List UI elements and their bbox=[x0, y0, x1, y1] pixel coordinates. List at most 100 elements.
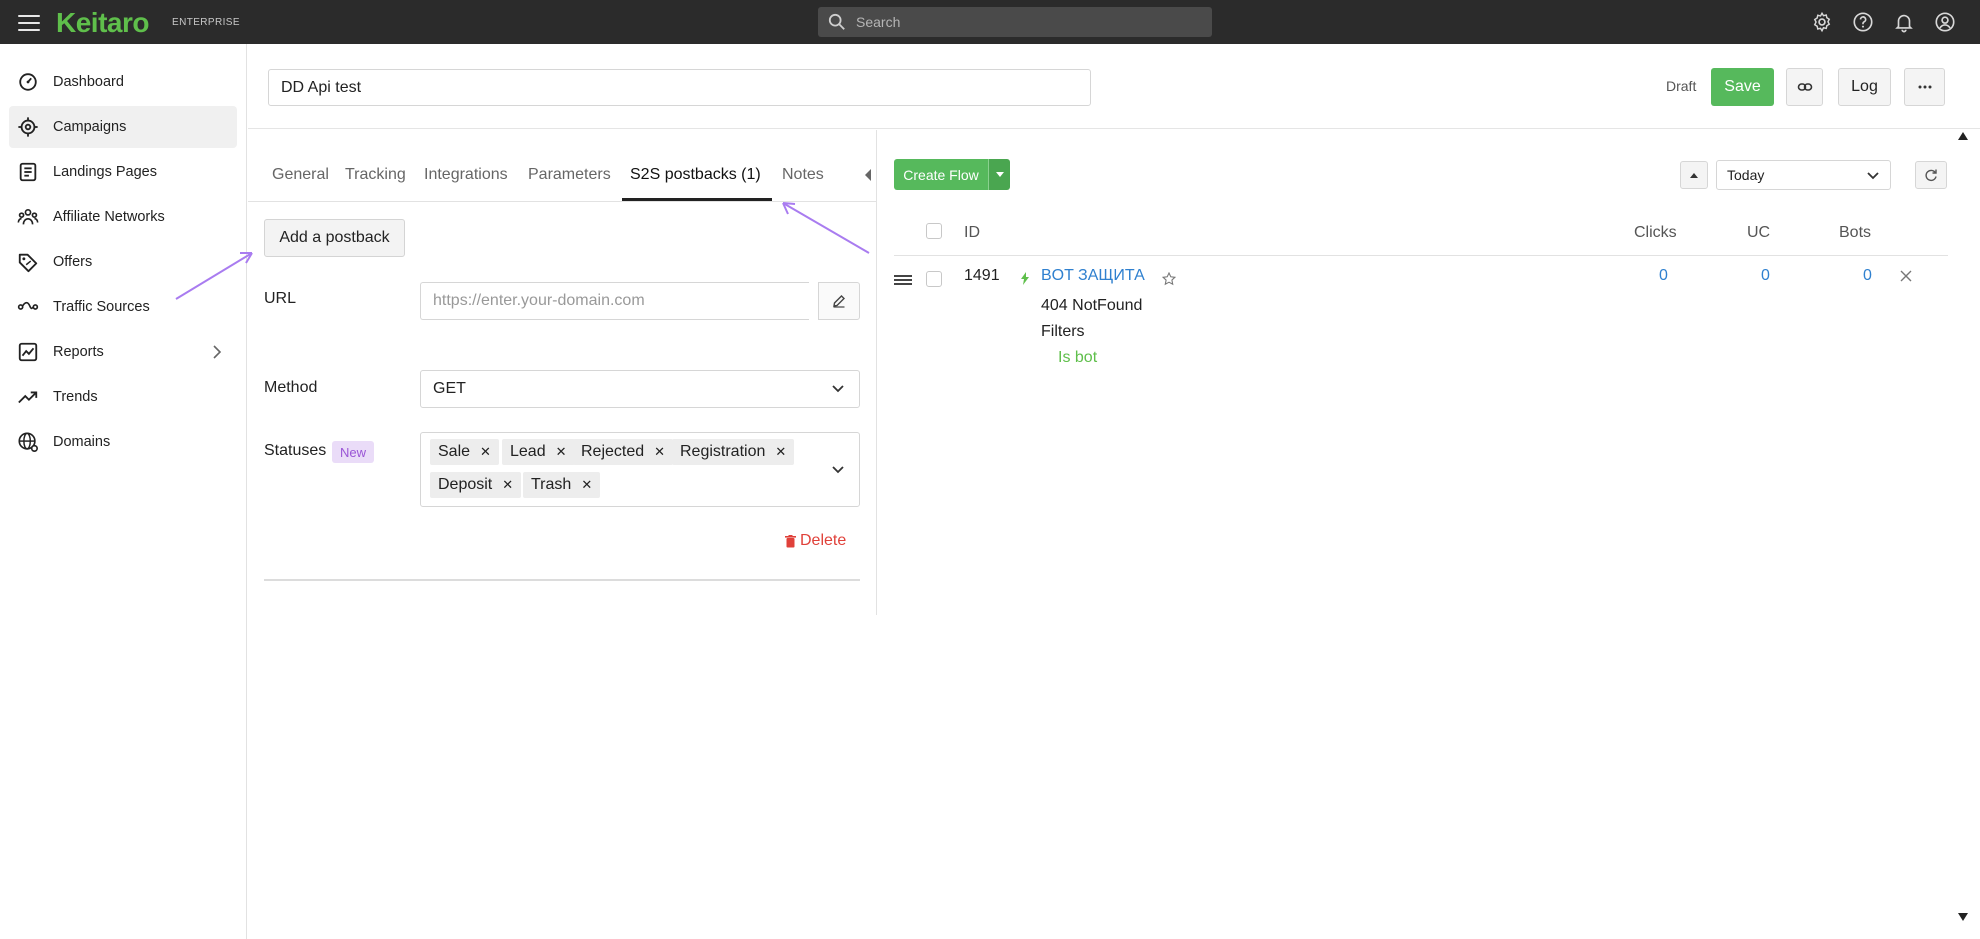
sidebar-item-label: Trends bbox=[53, 389, 98, 405]
sidebar-item-reports[interactable]: Reports bbox=[9, 331, 237, 373]
search-box[interactable] bbox=[818, 7, 1212, 37]
log-button-label: Log bbox=[1851, 78, 1878, 95]
user-icon[interactable] bbox=[1934, 11, 1956, 33]
remove-chip-icon[interactable]: ✕ bbox=[775, 444, 786, 460]
sidebar-item-label: Domains bbox=[53, 434, 111, 450]
postback-url-input[interactable] bbox=[420, 282, 809, 320]
domains-icon bbox=[18, 432, 38, 452]
chevron-down-icon bbox=[832, 385, 844, 393]
status-chip-sale: Sale ✕ bbox=[430, 439, 499, 465]
tab-integrations[interactable]: Integrations bbox=[424, 166, 508, 184]
statuses-label: Statuses bbox=[264, 442, 327, 459]
sidebar-item-label: Landings Pages bbox=[53, 164, 157, 180]
dashboard-icon bbox=[19, 73, 37, 91]
status-chip-trash: Trash ✕ bbox=[523, 472, 601, 498]
campaign-name-input[interactable] bbox=[268, 69, 1091, 106]
tabs-scroll-left-icon[interactable] bbox=[864, 168, 872, 182]
create-flow-dropdown[interactable] bbox=[988, 159, 1010, 190]
sidebar-item-trends[interactable]: Trends bbox=[9, 376, 237, 418]
method-select[interactable]: GET bbox=[420, 370, 860, 408]
menu-icon[interactable] bbox=[18, 12, 40, 32]
flow-name-link[interactable]: BOT ЗАЩИТА bbox=[1041, 267, 1145, 285]
reports-icon bbox=[18, 342, 38, 362]
sidebar-item-campaigns[interactable]: Campaigns bbox=[9, 106, 237, 148]
refresh-button[interactable] bbox=[1915, 161, 1947, 189]
log-button[interactable]: Log bbox=[1838, 68, 1891, 106]
status-chip-deposit: Deposit ✕ bbox=[430, 472, 522, 498]
filter-value: Is bot bbox=[1058, 349, 1098, 366]
settings-tabs: General Tracking Integrations Parameters… bbox=[248, 130, 877, 202]
tab-general[interactable]: General bbox=[272, 166, 329, 184]
add-postback-button[interactable]: Add a postback bbox=[264, 219, 405, 257]
sort-up-button[interactable] bbox=[1680, 161, 1708, 189]
sidebar-item-affiliate-networks[interactable]: Affiliate Networks bbox=[9, 196, 237, 238]
help-icon[interactable] bbox=[1852, 11, 1874, 33]
filters-label: Filters bbox=[1041, 323, 1085, 340]
status-chip-lead: Lead ✕ bbox=[502, 439, 575, 465]
trash-icon bbox=[785, 534, 796, 547]
chip-label: Lead bbox=[510, 443, 546, 460]
tab-parameters[interactable]: Parameters bbox=[528, 166, 611, 184]
lightning-icon bbox=[1021, 272, 1029, 285]
pencil-icon bbox=[833, 295, 845, 308]
tab-tracking[interactable]: Tracking bbox=[345, 166, 406, 184]
drag-handle-icon[interactable] bbox=[894, 275, 912, 285]
column-bots[interactable]: Bots bbox=[1839, 224, 1871, 242]
sidebar-item-label: Traffic Sources bbox=[53, 299, 150, 315]
select-all-checkbox[interactable] bbox=[926, 223, 942, 239]
sidebar-item-label: Dashboard bbox=[53, 74, 124, 90]
chevron-right-icon bbox=[213, 345, 222, 359]
link-icon bbox=[1797, 83, 1812, 91]
flow-checkbox[interactable] bbox=[926, 271, 942, 287]
scroll-up-arrow[interactable] bbox=[1958, 132, 1968, 140]
column-clicks[interactable]: Clicks bbox=[1634, 224, 1677, 242]
scroll-down-arrow[interactable] bbox=[1958, 913, 1968, 921]
method-value: GET bbox=[433, 380, 466, 397]
url-edit-button[interactable] bbox=[818, 282, 860, 320]
campaign-header: Draft Save Log bbox=[248, 44, 1980, 129]
flow-clicks[interactable]: 0 bbox=[1659, 267, 1668, 285]
sidebar: Dashboard Campaigns Landings Pages Affil… bbox=[0, 44, 247, 939]
refresh-icon bbox=[1925, 169, 1937, 182]
annotation-arrow bbox=[175, 252, 253, 300]
column-uc[interactable]: UC bbox=[1747, 224, 1770, 242]
link-button[interactable] bbox=[1786, 68, 1823, 106]
sidebar-item-label: Campaigns bbox=[53, 119, 127, 135]
chip-label: Rejected bbox=[581, 443, 645, 460]
flow-bots[interactable]: 0 bbox=[1863, 267, 1872, 285]
remove-chip-icon[interactable]: ✕ bbox=[654, 444, 665, 460]
campaigns-icon bbox=[18, 117, 38, 137]
caret-down-icon bbox=[995, 172, 1004, 177]
chip-label: Registration bbox=[680, 443, 766, 460]
offers-icon bbox=[18, 253, 38, 273]
chevron-down-icon bbox=[832, 466, 844, 474]
remove-chip-icon[interactable]: ✕ bbox=[480, 444, 491, 460]
flow-row: 1491 BOT ЗАЩИТА 404 NotFound Filters Is … bbox=[894, 256, 1948, 386]
star-icon[interactable] bbox=[1162, 272, 1176, 286]
statuses-multiselect[interactable]: Sale ✕ Lead ✕ Rejected ✕ Registration ✕ Depo… bbox=[420, 432, 860, 507]
chevron-down-icon bbox=[1867, 172, 1879, 180]
sidebar-item-label: Affiliate Networks bbox=[53, 209, 165, 225]
period-select[interactable]: Today bbox=[1716, 160, 1891, 190]
tab-s2s-postbacks[interactable]: S2S postbacks (1) bbox=[630, 166, 761, 184]
remove-chip-icon[interactable]: ✕ bbox=[556, 444, 567, 460]
gear-icon[interactable] bbox=[1811, 11, 1833, 33]
delete-postback-button[interactable]: Delete bbox=[785, 532, 846, 550]
traffic-sources-icon bbox=[17, 301, 39, 310]
affiliate-networks-icon bbox=[17, 209, 39, 225]
bell-icon[interactable] bbox=[1893, 11, 1915, 33]
tab-notes[interactable]: Notes bbox=[782, 166, 824, 184]
close-icon[interactable] bbox=[1900, 270, 1912, 282]
sidebar-item-landing-pages[interactable]: Landings Pages bbox=[9, 151, 237, 193]
search-input[interactable] bbox=[856, 14, 1186, 30]
more-button[interactable] bbox=[1904, 68, 1945, 106]
save-button[interactable]: Save bbox=[1711, 68, 1774, 106]
remove-chip-icon[interactable]: ✕ bbox=[581, 477, 592, 493]
sidebar-item-dashboard[interactable]: Dashboard bbox=[9, 61, 237, 103]
flow-uc[interactable]: 0 bbox=[1761, 267, 1770, 285]
app-logo[interactable]: Keitaro bbox=[56, 7, 149, 39]
column-id[interactable]: ID bbox=[964, 224, 980, 242]
create-flow-button[interactable]: Create Flow bbox=[894, 159, 988, 190]
remove-chip-icon[interactable]: ✕ bbox=[502, 477, 513, 493]
sidebar-item-domains[interactable]: Domains bbox=[9, 421, 237, 463]
